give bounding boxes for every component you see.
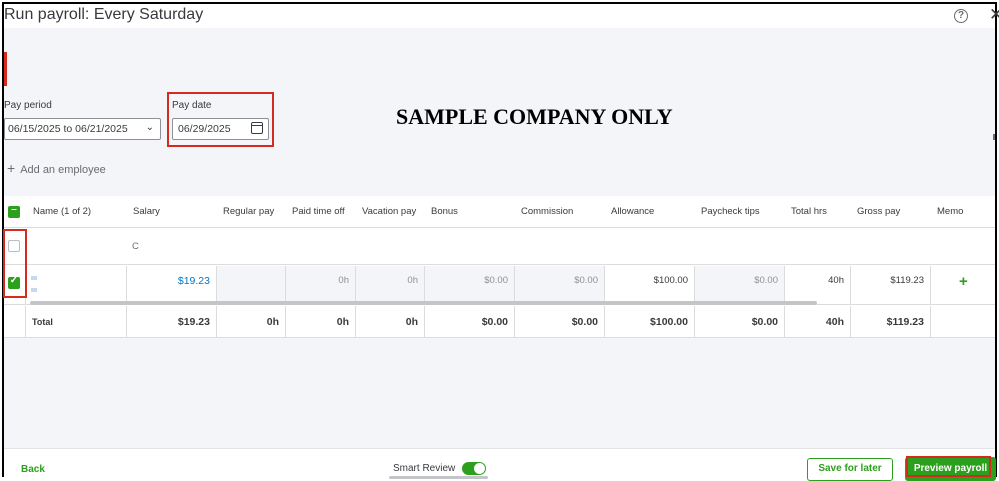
regular-pay-cell [217, 266, 285, 304]
add-memo-icon[interactable]: + [959, 273, 968, 290]
vacation-pay-cell[interactable]: 0h [356, 266, 424, 304]
col-paid-time-off: Paid time off [292, 206, 345, 217]
commission-cell[interactable]: $0.00 [515, 266, 604, 304]
bonus-cell[interactable]: $0.00 [425, 266, 514, 304]
total-vacation-pay: 0h [405, 316, 418, 328]
footer-bar: Back Smart Review Save for later Preview… [4, 448, 996, 481]
gross-pay-cell: $119.23 [890, 275, 924, 286]
plus-icon: + [7, 160, 16, 176]
bottom-scrollbar [389, 476, 488, 479]
smart-review-label: Smart Review [393, 463, 456, 474]
back-button[interactable]: Back [21, 464, 45, 475]
total-paid-time-off: 0h [336, 316, 349, 328]
total-total-hrs: 40h [825, 316, 844, 328]
table-header-row: – Name (1 of 2) Salary Regular pay Paid … [4, 196, 995, 228]
col-salary: Salary [133, 206, 160, 217]
pay-period-select[interactable]: 06/15/2025 to 06/21/2025 ⌄ [4, 118, 161, 140]
page-title: Run payroll: Every Saturday [4, 6, 204, 23]
paycheck-tips-cell[interactable]: $0.00 [695, 266, 784, 304]
salary-filter-fragment: C [132, 241, 139, 252]
help-icon[interactable]: ? [954, 9, 968, 23]
close-icon[interactable]: ✕ [989, 5, 999, 25]
calendar-icon[interactable] [251, 122, 263, 134]
add-employee-label: Add an employee [20, 164, 106, 176]
select-all-checkbox[interactable]: – [8, 204, 20, 218]
add-employee-link[interactable]: + Add an employee [7, 160, 106, 176]
total-bonus: $0.00 [481, 316, 508, 328]
total-commission: $0.00 [571, 316, 598, 328]
col-paycheck-tips: Paycheck tips [701, 206, 760, 217]
minus-icon: – [11, 204, 17, 215]
total-salary: $19.23 [177, 316, 210, 328]
table-row: ✓ $19.23 0h 0h $0.00 $0.00 $100.00 $0.00… [4, 266, 995, 305]
paid-time-off-cell[interactable]: 0h [286, 266, 355, 304]
total-regular-pay: 0h [266, 316, 279, 328]
checkbox-highlight [3, 229, 27, 298]
highlight-marker [4, 52, 7, 86]
employee-name-redacted[interactable] [28, 272, 121, 296]
filter-row: C [4, 229, 995, 265]
employee-salary-input[interactable]: $19.23 [126, 266, 216, 304]
col-allowance: Allowance [611, 206, 655, 217]
col-memo: Memo [937, 206, 964, 217]
payroll-table: – Name (1 of 2) Salary Regular pay Paid … [4, 196, 995, 338]
total-allowance: $100.00 [650, 316, 688, 328]
total-paycheck-tips: $0.00 [751, 316, 778, 328]
total-gross-pay: $119.23 [886, 316, 924, 328]
header-bar: Run payroll: Every Saturday ? ✕ [4, 4, 999, 28]
allowance-cell[interactable]: $100.00 [605, 266, 694, 304]
col-bonus: Bonus [431, 206, 458, 217]
total-hrs-cell: 40h [828, 275, 844, 286]
col-name[interactable]: Name (1 of 2) [33, 206, 91, 217]
pay-date-input[interactable]: 06/29/2025 [172, 118, 269, 140]
col-regular-pay: Regular pay [223, 206, 275, 217]
toggle-knob [474, 463, 485, 474]
scroll-marker [993, 134, 995, 140]
col-total-hrs: Total hrs [791, 206, 827, 217]
preview-highlight [906, 456, 991, 477]
total-label: Total [32, 317, 53, 327]
sample-watermark: SAMPLE COMPANY ONLY [396, 104, 673, 129]
total-row: Total $19.23 0h 0h 0h $0.00 $0.00 $100.0… [4, 306, 995, 338]
pay-date-value: 06/29/2025 [178, 123, 231, 135]
chevron-down-icon: ⌄ [145, 122, 154, 133]
col-commission: Commission [521, 206, 574, 217]
pay-period-value: 06/15/2025 to 06/21/2025 [8, 123, 128, 135]
save-for-later-button[interactable]: Save for later [807, 458, 893, 481]
horizontal-scrollbar[interactable] [30, 301, 817, 305]
smart-review-toggle[interactable] [462, 462, 486, 475]
pay-period-label: Pay period [4, 100, 52, 111]
pay-date-label: Pay date [172, 100, 212, 111]
col-vacation-pay: Vacation pay [362, 206, 417, 217]
col-gross-pay: Gross pay [857, 206, 901, 217]
